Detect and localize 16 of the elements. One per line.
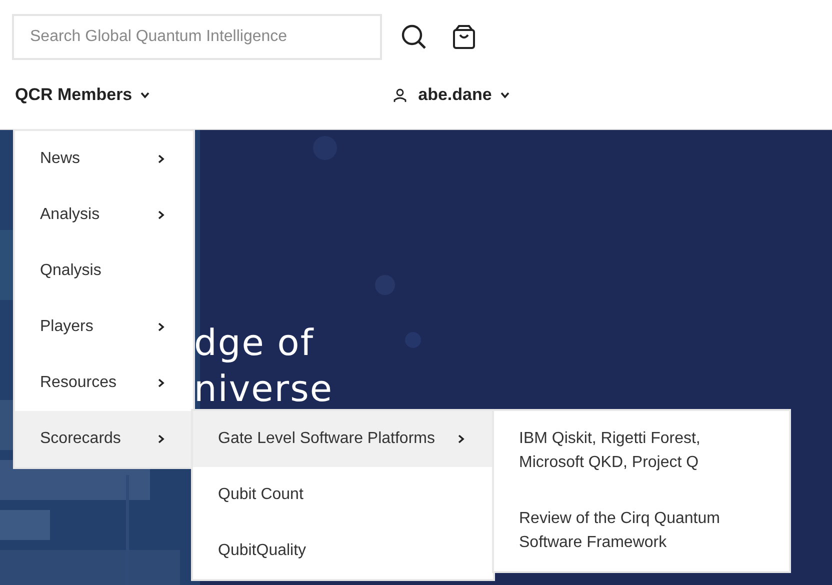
chevron-right-icon (156, 378, 166, 388)
hero-heading-text: dge of (194, 322, 314, 366)
submenu-item[interactable]: Gate Level Software Platforms (193, 411, 493, 467)
chevron-right-icon (156, 154, 166, 164)
menu-item[interactable]: Scorecards (15, 411, 193, 467)
chevron-down-icon (140, 90, 150, 100)
search-field[interactable]: Search Global Quantum Intelligence (12, 14, 382, 60)
user-menu[interactable]: abe.dane (415, 85, 510, 105)
members-menu[interactable]: QCR Members (12, 85, 150, 105)
hero-heading-text: niverse (194, 368, 333, 412)
chevron-right-icon (156, 322, 166, 332)
chevron-down-icon (500, 90, 510, 100)
user-icon (393, 88, 408, 102)
chevron-right-icon (456, 434, 466, 444)
chevron-right-icon (156, 434, 166, 444)
chevron-right-icon (156, 210, 166, 220)
